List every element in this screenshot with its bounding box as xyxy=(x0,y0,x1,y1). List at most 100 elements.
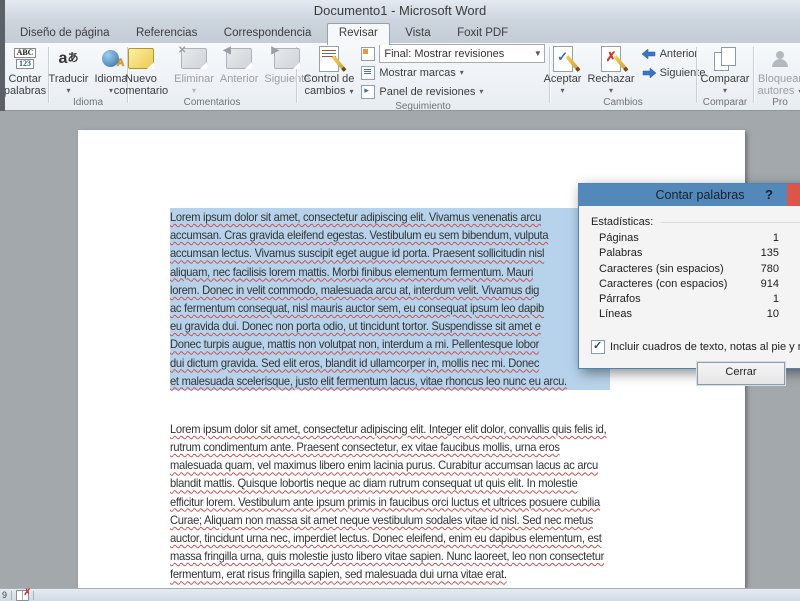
group-label-cambios: Cambios xyxy=(550,97,696,110)
display-for-review-combobox[interactable]: Final: Mostrar revisiones▼ xyxy=(361,44,545,63)
group-label-proteger: Pro xyxy=(754,97,800,110)
block-authors-icon xyxy=(772,45,788,72)
status-text-fragment: 9 xyxy=(2,590,7,600)
close-icon[interactable]: ✕ xyxy=(787,184,800,206)
ribbon-tab-row: Diseño de página Referencias Corresponde… xyxy=(0,21,800,43)
selected-text-line[interactable]: accumsan lectus. Vivamus suscipit eget a… xyxy=(170,244,610,262)
show-markup-icon xyxy=(361,66,375,80)
dropdown-arrow-icon xyxy=(723,86,727,94)
stat-row: Caracteres (con espacios) 914 xyxy=(599,277,779,292)
include-textboxes-checkbox[interactable]: Incluir cuadros de texto, notas al pie y… xyxy=(591,340,800,354)
dropdown-arrow-icon: ▾ xyxy=(349,87,353,96)
accept-icon: ✓ xyxy=(553,45,573,72)
display-for-review-icon xyxy=(361,47,375,61)
checkbox-label: Incluir cuadros de texto, notas al pie y… xyxy=(610,341,800,353)
reviewing-pane-button[interactable]: Panel de revisiones ▾ xyxy=(361,82,545,101)
status-bar: 9 xyxy=(0,588,800,601)
title-bar: Documento1 - Microsoft Word xyxy=(0,0,800,21)
new-comment-button[interactable]: Nuevo comentario xyxy=(111,44,171,97)
text-line[interactable]: malesuada quam, vel maximus libero enim … xyxy=(170,456,639,474)
tab-foxit-pdf[interactable]: Foxit PDF xyxy=(446,24,519,43)
stat-row: Párrafos 1 xyxy=(599,292,779,307)
help-button[interactable]: ? xyxy=(759,184,779,206)
selected-text-line[interactable]: accumsan. Cras gravida eleifend egestas.… xyxy=(170,226,610,244)
cerrar-button[interactable]: Cerrar xyxy=(697,362,785,385)
text-line[interactable]: rutrum condimentum ante. Praesent consec… xyxy=(170,438,639,456)
ribbon: ABC123 Contar palabras aあ Traducir A Idi… xyxy=(0,43,800,111)
window-edge xyxy=(0,0,5,111)
text-line[interactable]: massa fringilla urna, quis molestie just… xyxy=(170,547,639,565)
compare-button[interactable]: Comparar xyxy=(698,44,753,94)
selected-text-line[interactable]: ac fermentum consequat, nisl mauris auct… xyxy=(170,299,610,317)
translate-button[interactable]: aあ Traducir xyxy=(46,44,92,94)
text-line[interactable]: Curae; Aliquam non massa sit amet neque … xyxy=(170,511,639,529)
stat-row: Caracteres (sin espacios) 780 xyxy=(599,262,779,277)
dropdown-arrow-icon xyxy=(609,86,613,94)
stat-value: 135 xyxy=(761,246,779,261)
text-line[interactable]: fermentum, erat risus fringilla sapien, … xyxy=(170,565,639,583)
stat-value: 1 xyxy=(773,231,779,246)
stat-value: 1 xyxy=(773,292,779,307)
tab-revisar[interactable]: Revisar xyxy=(327,23,390,45)
dialog-title-bar[interactable]: Contar palabras ? ✕ xyxy=(579,184,800,206)
stat-value: 780 xyxy=(761,262,779,277)
show-markup-button[interactable]: Mostrar marcas ▾ xyxy=(361,63,545,82)
group-label-comentarios: Comentarios xyxy=(128,97,296,110)
stat-label: Párrafos xyxy=(599,292,641,307)
group-comentarios: Nuevo comentario ✕ Eliminar ◀ Anterior ▶… xyxy=(128,43,296,110)
selected-text-line[interactable]: eu gravida dui. Donec non porta odio, ut… xyxy=(170,317,610,335)
status-separator xyxy=(11,591,12,600)
previous-comment-button[interactable]: ◀ Anterior xyxy=(217,44,262,86)
stat-row: Páginas 1 xyxy=(599,231,779,246)
word-count-button[interactable]: ABC123 Contar palabras xyxy=(1,44,49,97)
selected-text-line[interactable]: dui dictum gravida. Sed elit eros, bland… xyxy=(170,354,610,372)
stat-row: Palabras 135 xyxy=(599,246,779,261)
delete-comment-button[interactable]: ✕ Eliminar xyxy=(171,44,217,94)
group-seguimiento: Control de cambios▾ Final: Mostrar revis… xyxy=(297,43,549,110)
dropdown-arrow-icon: ▾ xyxy=(460,68,464,77)
paragraph-2[interactable]: Lorem ipsum dolor sit amet, consectetur … xyxy=(170,420,639,584)
stat-label: Líneas xyxy=(599,307,632,322)
previous-change-icon xyxy=(642,49,656,59)
group-label-comparar: Comparar xyxy=(697,97,753,110)
next-change-icon xyxy=(642,68,656,78)
tab-vista[interactable]: Vista xyxy=(394,24,441,43)
block-authors-button[interactable]: Bloquear autores▾ xyxy=(755,44,800,97)
selected-text-line[interactable]: Donec turpis augue, mattis non volutpat … xyxy=(170,335,610,353)
dropdown-arrow-icon xyxy=(192,86,196,94)
compare-icon xyxy=(714,45,736,72)
selected-text-line[interactable]: Lorem ipsum dolor sit amet, consectetur … xyxy=(170,208,610,226)
selected-text-line[interactable]: lorem. Donec in velit commodo, malesuada… xyxy=(170,281,610,299)
next-comment-icon: ▶ xyxy=(274,45,300,72)
group-comparar: Comparar Comparar xyxy=(697,43,753,110)
track-changes-button[interactable]: Control de cambios▾ xyxy=(301,44,358,97)
tab-correspondencia[interactable]: Correspondencia xyxy=(213,24,323,43)
text-line[interactable]: auctor, tincidunt urna nec, imperdiet le… xyxy=(170,529,639,547)
group-cambios: ✓ Aceptar ✗ Rechazar Anterior Si xyxy=(550,43,696,110)
new-comment-icon xyxy=(128,45,154,72)
reject-icon: ✗ xyxy=(601,45,621,72)
text-line[interactable]: Lorem ipsum dolor sit amet, consectetur … xyxy=(170,420,639,438)
tab-diseno-de-pagina[interactable]: Diseño de página xyxy=(9,24,121,43)
paragraph-selected[interactable]: Lorem ipsum dolor sit amet, consectetur … xyxy=(170,208,639,390)
statistics-table: Páginas 1 Palabras 135 Caracteres (sin e… xyxy=(599,231,779,323)
text-line[interactable]: blandit mattis. Quisque lobortis neque a… xyxy=(170,474,639,492)
word-count-icon: ABC123 xyxy=(14,45,37,72)
word-window: { "window": { "title": "Documento1 - Mic… xyxy=(0,0,800,600)
tab-referencias[interactable]: Referencias xyxy=(125,24,208,43)
reviewing-pane-icon xyxy=(361,85,375,99)
dropdown-arrow-icon: ▾ xyxy=(479,87,483,96)
selected-text-line[interactable]: et malesuada scelerisque, justo elit fer… xyxy=(170,372,610,390)
selected-text-line[interactable]: aliquam, nec facilisis lorem mattis. Mor… xyxy=(170,263,610,281)
window-title: Documento1 - Microsoft Word xyxy=(0,0,800,21)
dialog-body: Estadísticas: Páginas 1 Palabras 135 Car… xyxy=(579,206,800,368)
previous-comment-icon: ◀ xyxy=(226,45,252,72)
accept-button[interactable]: ✓ Aceptar xyxy=(541,44,585,94)
document-text-area[interactable]: Lorem ipsum dolor sit amet, consectetur … xyxy=(170,208,639,584)
stat-value: 914 xyxy=(761,277,779,292)
group-proteger: Bloquear autores▾ Pro xyxy=(754,43,800,110)
word-count-dialog: Contar palabras ? ✕ Estadísticas: Página… xyxy=(578,183,800,369)
text-line[interactable]: efficitur lorem. Vestibulum ante ipsum p… xyxy=(170,493,639,511)
proofing-errors-icon[interactable] xyxy=(16,590,29,601)
reject-button[interactable]: ✗ Rechazar xyxy=(584,44,637,94)
